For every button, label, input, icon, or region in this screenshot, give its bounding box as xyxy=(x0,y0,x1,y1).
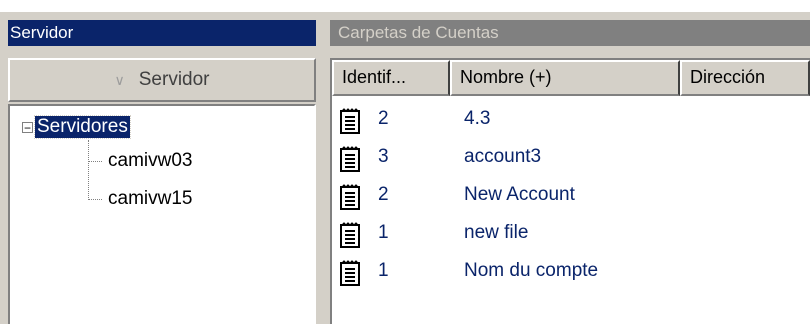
tree-node-camivw03[interactable]: camivw03 xyxy=(88,148,192,174)
account-folders-title-text: Carpetas de Cuentas xyxy=(338,23,499,42)
list-item[interactable]: 2 New Account xyxy=(332,180,810,218)
list-item[interactable]: 3 account3 xyxy=(332,142,810,180)
chevron-down-icon: ∨ xyxy=(114,71,125,88)
account-folders-list[interactable]: Identif... Nombre (+) Dirección 2 4.3 3 … xyxy=(330,58,810,324)
list-item[interactable]: 1 new file xyxy=(332,218,810,256)
tree-node-servidores[interactable]: − Servidores xyxy=(22,114,131,140)
rows: 2 4.3 3 account3 2 New Account 1 new fil… xyxy=(332,104,810,294)
document-icon xyxy=(340,222,360,248)
list-item[interactable]: 1 Nom du compte xyxy=(332,256,810,294)
list-item[interactable]: 2 4.3 xyxy=(332,104,810,142)
server-tree[interactable]: − Servidores camivw03 camivw15 xyxy=(8,104,316,324)
document-icon xyxy=(340,146,360,172)
column-header-address[interactable]: Dirección xyxy=(680,60,810,96)
account-name: New Account xyxy=(464,184,575,205)
column-header-id[interactable]: Identif... xyxy=(332,60,450,96)
account-id: 3 xyxy=(378,146,389,167)
tree-node-label[interactable]: camivw03 xyxy=(108,150,192,172)
account-id: 2 xyxy=(378,184,389,205)
server-panel-title-text: Servidor xyxy=(10,23,74,42)
document-icon xyxy=(340,108,360,134)
account-name: account3 xyxy=(464,146,542,167)
tree-node-camivw15[interactable]: camivw15 xyxy=(88,186,192,212)
account-folders-panel-title: Carpetas de Cuentas xyxy=(330,20,810,46)
tree-node-label[interactable]: camivw15 xyxy=(108,188,192,210)
account-id: 1 xyxy=(378,222,389,243)
account-id: 1 xyxy=(378,260,389,281)
server-panel-title: Servidor xyxy=(8,20,316,46)
account-name: Nom du compte xyxy=(464,260,599,281)
column-headers: Identif... Nombre (+) Dirección xyxy=(332,60,810,96)
account-name: 4.3 xyxy=(464,108,491,129)
server-column-header-label: Servidor xyxy=(138,69,210,90)
server-column-header[interactable]: ∨ Servidor xyxy=(8,58,316,102)
top-strip xyxy=(0,0,810,12)
tree-connector xyxy=(88,160,102,162)
account-name: new file xyxy=(464,222,529,243)
document-icon xyxy=(340,260,360,286)
tree-node-label[interactable]: Servidores xyxy=(34,115,131,139)
collapse-icon[interactable]: − xyxy=(22,121,33,134)
column-header-name[interactable]: Nombre (+) xyxy=(450,60,680,96)
account-id: 2 xyxy=(378,108,389,129)
tree-connector xyxy=(88,198,102,200)
document-icon xyxy=(340,184,360,210)
